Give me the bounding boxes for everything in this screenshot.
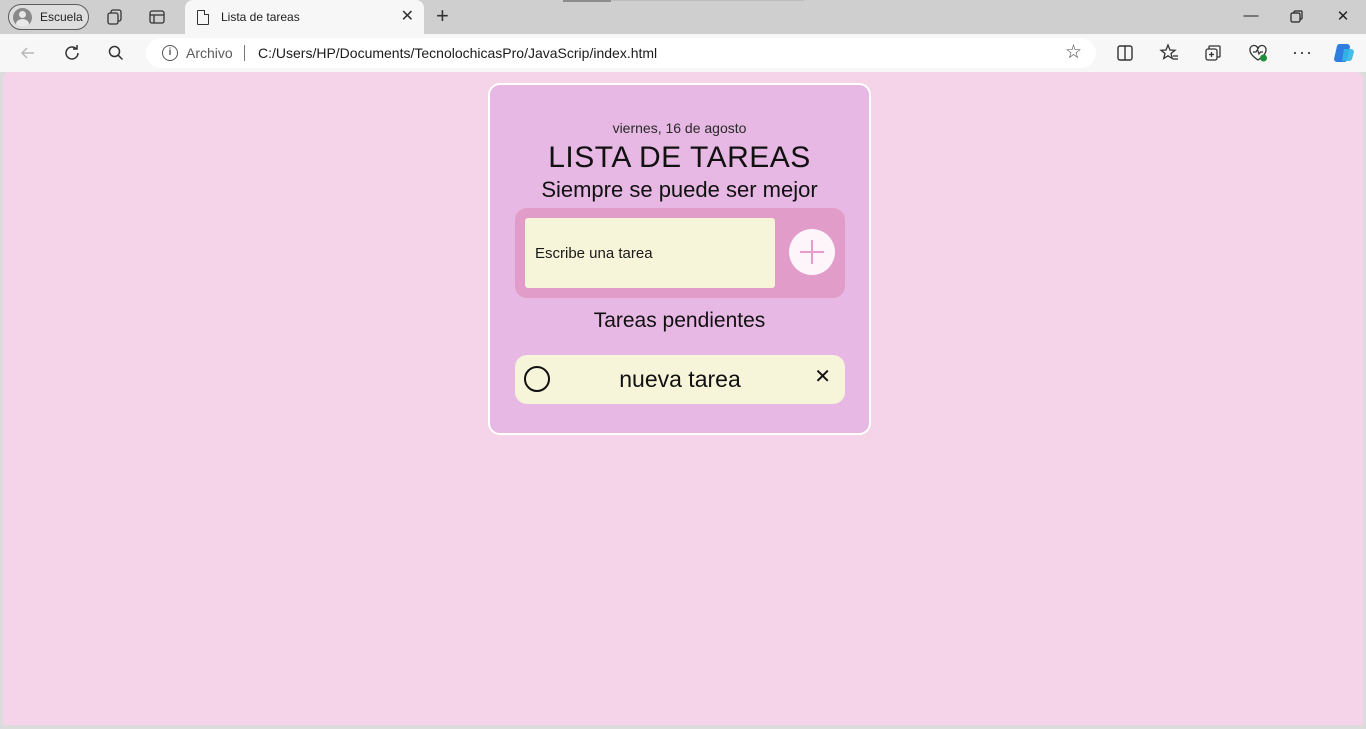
minimize-icon[interactable]: — [1241, 7, 1261, 24]
tab-close-icon[interactable]: ✕ [401, 9, 414, 25]
window-close-icon[interactable]: ✕ [1333, 7, 1353, 25]
profile-button[interactable]: Escuela [8, 4, 89, 30]
pending-tasks-heading: Tareas pendientes [593, 309, 766, 332]
tab-strip-indicator [563, 0, 611, 2]
address-divider [244, 45, 245, 61]
tab-strip: Escuela Lista de tareas ✕ + — ✕ [0, 0, 1366, 34]
new-tab-icon[interactable]: + [436, 5, 449, 27]
task-delete-icon[interactable]: ✕ [814, 367, 831, 387]
browser-essentials-icon[interactable] [1248, 43, 1268, 63]
settings-more-icon[interactable]: ··· [1292, 42, 1313, 63]
tab-strip-indicator-track [611, 0, 804, 1]
add-task-button[interactable] [789, 229, 835, 275]
favorites-icon[interactable] [1159, 43, 1179, 63]
profile-avatar-icon [13, 7, 32, 27]
tab-title: Lista de tareas [221, 10, 300, 24]
address-scheme-label: Archivo [186, 45, 233, 61]
split-screen-icon[interactable] [1115, 43, 1135, 63]
task-input[interactable] [525, 218, 775, 288]
profile-label: Escuela [40, 10, 83, 24]
collections-icon[interactable] [1203, 43, 1223, 63]
current-date: viernes, 16 de agosto [612, 120, 747, 136]
page-subtitle: Siempre se puede ser mejor [541, 177, 818, 202]
page-title: LISTA DE TAREAS [548, 141, 811, 174]
search-icon[interactable] [106, 43, 126, 63]
browser-toolbar: i Archivo C:/Users/HP/Documents/Tecnoloc… [0, 34, 1366, 72]
copilot-icon[interactable] [1332, 41, 1356, 65]
back-icon[interactable] [18, 43, 38, 63]
restore-icon[interactable] [1290, 10, 1303, 23]
site-info-icon[interactable]: i [162, 45, 178, 61]
refresh-icon[interactable] [62, 43, 82, 63]
task-item: nueva tarea ✕ [515, 355, 845, 404]
todo-card: viernes, 16 de agosto LISTA DE TAREAS Si… [488, 83, 871, 435]
task-text: nueva tarea [619, 366, 741, 392]
address-url[interactable]: C:/Users/HP/Documents/TecnolochicasPro/J… [258, 45, 657, 61]
address-bar[interactable]: i Archivo C:/Users/HP/Documents/Tecnoloc… [146, 38, 1096, 68]
workspaces-icon[interactable] [106, 8, 124, 26]
favorite-star-icon[interactable]: ☆ [1065, 43, 1082, 62]
page-viewport: viernes, 16 de agosto LISTA DE TAREAS Si… [3, 72, 1363, 725]
add-task-panel [515, 208, 845, 298]
tab-actions-icon[interactable] [148, 8, 166, 26]
page-document-icon [197, 9, 209, 25]
tab-lista-de-tareas[interactable]: Lista de tareas ✕ [185, 0, 424, 34]
